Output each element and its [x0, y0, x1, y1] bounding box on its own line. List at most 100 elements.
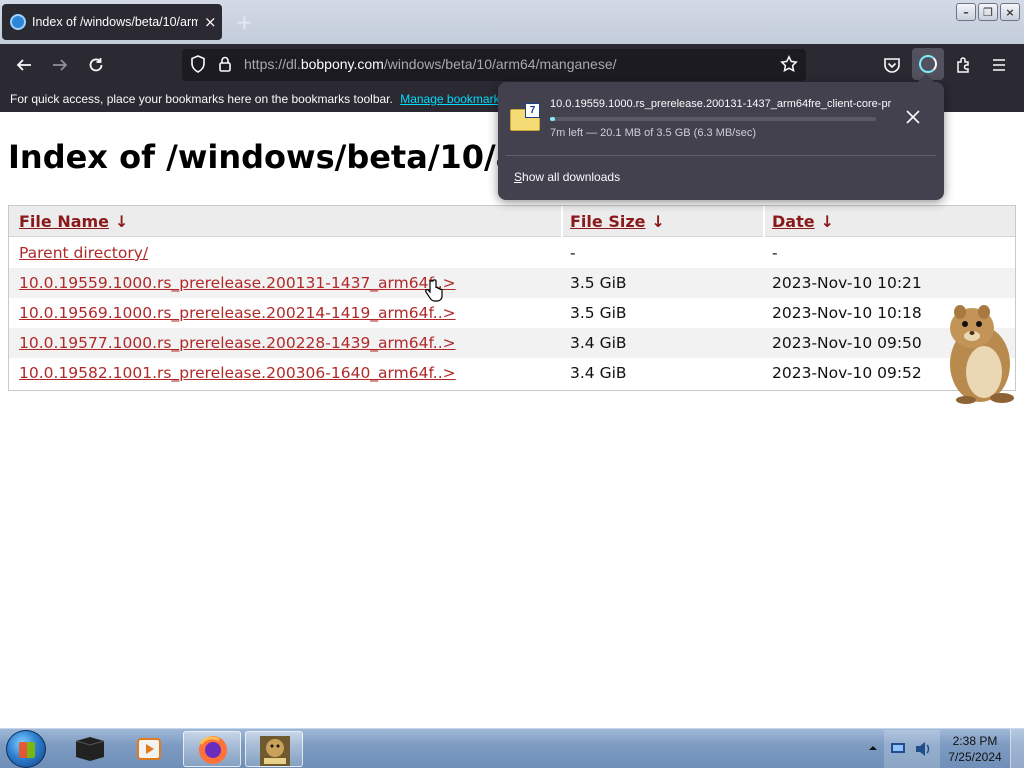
show-hidden-icons-icon[interactable] — [868, 743, 878, 753]
bonzi-box-icon — [260, 736, 290, 766]
new-tab-icon[interactable]: + — [236, 10, 253, 34]
file-date: 2023-Nov-10 10:21 — [772, 274, 922, 292]
puzzle-icon — [957, 57, 969, 73]
table-row: 10.0.19582.1001.rs_prerelease.200306-164… — [9, 358, 1015, 388]
show-all-downloads-button[interactable]: Show all downloads — [514, 170, 620, 184]
terminal-box-icon — [75, 737, 105, 761]
address-bar[interactable]: https://dl.bobpony.com/windows/beta/10/a… — [182, 49, 806, 81]
reload-icon — [89, 58, 103, 72]
tab-active[interactable]: Index of /windows/beta/10/arm64/manganes… — [2, 4, 222, 40]
extensions-button[interactable] — [951, 52, 977, 78]
column-header-file-size[interactable]: File Size ↓ — [570, 212, 665, 231]
file-size: 3.4 GiB — [570, 334, 627, 352]
globe-favicon-icon — [10, 14, 26, 30]
pocket-icon — [884, 58, 900, 73]
forward-arrow-icon — [53, 59, 68, 71]
tray-icons — [884, 730, 940, 768]
taskbar-media-player[interactable] — [120, 731, 178, 767]
taskbar: 2:38 PM 7/25/2024 — [0, 728, 1024, 768]
download-progress-bar — [550, 117, 876, 121]
bookmarks-message: For quick access, place your bookmarks h… — [10, 92, 518, 106]
table-row: 10.0.19577.1000.rs_prerelease.200228-143… — [9, 328, 1015, 358]
forward-button[interactable] — [47, 52, 73, 78]
clock-date: 7/25/2024 — [948, 750, 1002, 764]
file-size: 3.5 GiB — [570, 274, 627, 292]
file-date: 2023-Nov-10 09:50 — [772, 334, 922, 352]
archive-file-icon: 7 — [510, 103, 540, 131]
column-header-date[interactable]: Date ↓ — [772, 212, 834, 231]
column-date-label: Date — [772, 212, 815, 231]
clock-time: 2:38 PM — [952, 734, 998, 748]
cancel-download-icon[interactable] — [906, 108, 920, 129]
file-size: 3.5 GiB — [570, 304, 627, 322]
7zip-badge-icon: 7 — [525, 103, 540, 118]
restore-button[interactable]: ❐ — [978, 3, 998, 21]
download-filename[interactable]: 10.0.19559.1000.rs_prerelease.200131-143… — [550, 98, 898, 110]
table-header-row: File Name ↓ File Size ↓ Date ↓ — [9, 206, 1015, 237]
media-player-icon — [137, 738, 161, 760]
accesskey-letter: S — [514, 170, 523, 184]
bookmark-star-icon[interactable] — [780, 55, 798, 77]
url-prefix: https://dl. — [244, 56, 301, 72]
table-row: 10.0.19569.1000.rs_prerelease.200214-141… — [9, 298, 1015, 328]
download-progress-fill — [550, 117, 555, 121]
table-row: 10.0.19559.1000.rs_prerelease.200131-143… — [9, 268, 1015, 298]
file-link[interactable]: 10.0.19559.1000.rs_prerelease.200131-143… — [19, 274, 456, 292]
pocket-button[interactable] — [879, 52, 905, 78]
system-clock[interactable]: 2:38 PM 7/25/2024 — [942, 733, 1008, 765]
navigation-toolbar: https://dl.bobpony.com/windows/beta/10/a… — [0, 44, 1024, 86]
column-divider — [763, 206, 765, 237]
column-divider — [561, 206, 563, 237]
column-header-file-name[interactable]: File Name ↓ — [19, 212, 128, 231]
table-row: Parent directory/ - - — [9, 238, 1015, 268]
tab-close-icon[interactable]: × — [204, 13, 217, 31]
sort-arrow-icon: ↓ — [651, 212, 665, 231]
window-controls: – ❐ × — [956, 3, 1020, 21]
sort-arrow-icon: ↓ — [820, 212, 834, 231]
taskbar-terminal-app[interactable] — [60, 731, 118, 767]
windows-logo-icon — [19, 742, 35, 758]
url-text[interactable]: https://dl.bobpony.com/windows/beta/10/a… — [244, 56, 617, 72]
show-all-rest: how all downloads — [522, 170, 621, 184]
file-link[interactable]: 10.0.19582.1001.rs_prerelease.200306-164… — [19, 364, 456, 382]
download-status: 7m left — 20.1 MB of 3.5 GB (6.3 MB/sec) — [550, 127, 757, 139]
back-arrow-icon — [16, 59, 31, 71]
tracking-shield-icon[interactable] — [190, 55, 206, 77]
reload-button[interactable] — [83, 52, 109, 78]
browser-titlebar: Index of /windows/beta/10/arm64/manganes… — [0, 0, 1024, 44]
download-progress-icon — [919, 55, 937, 73]
hamburger-menu-icon — [993, 59, 1005, 71]
file-date: 2023-Nov-10 09:52 — [772, 364, 922, 382]
bookmarks-message-text: For quick access, place your bookmarks h… — [10, 92, 393, 106]
file-size: - — [570, 244, 576, 262]
hamster-mascot-image — [932, 298, 1020, 408]
taskbar-bonzi-box[interactable] — [245, 731, 303, 767]
taskbar-firefox[interactable] — [183, 731, 241, 767]
downloads-panel: 7 10.0.19559.1000.rs_prerelease.200131-1… — [498, 82, 944, 200]
back-button[interactable] — [11, 52, 37, 78]
file-size: 3.4 GiB — [570, 364, 627, 382]
url-domain: bobpony.com — [300, 56, 384, 72]
menu-button[interactable] — [986, 52, 1012, 78]
tab-title: Index of /windows/beta/10/arm64/manganes… — [32, 15, 198, 29]
sort-arrow-icon: ↓ — [115, 212, 129, 231]
column-size-label: File Size — [570, 212, 646, 231]
file-link[interactable]: 10.0.19577.1000.rs_prerelease.200228-143… — [19, 334, 456, 352]
firefox-icon — [199, 736, 227, 764]
minimize-button[interactable]: – — [956, 3, 976, 21]
file-date: 2023-Nov-10 10:18 — [772, 304, 922, 322]
start-button[interactable] — [6, 730, 46, 768]
lock-icon[interactable] — [218, 55, 232, 77]
panel-divider — [506, 155, 936, 156]
volume-icon[interactable] — [914, 740, 934, 758]
show-desktop-button[interactable] — [1010, 729, 1024, 768]
file-listing-table: File Name ↓ File Size ↓ Date ↓ Parent direc… — [8, 205, 1016, 391]
hand-cursor-icon — [423, 279, 443, 309]
column-name-label: File Name — [19, 212, 110, 231]
close-window-button[interactable]: × — [1000, 3, 1020, 21]
file-date: - — [772, 244, 778, 262]
file-link[interactable]: 10.0.19569.1000.rs_prerelease.200214-141… — [19, 304, 456, 322]
parent-directory-link[interactable]: Parent directory/ — [19, 244, 148, 262]
network-icon[interactable] — [890, 740, 910, 758]
url-path: /windows/beta/10/arm64/manganese/ — [383, 56, 617, 72]
